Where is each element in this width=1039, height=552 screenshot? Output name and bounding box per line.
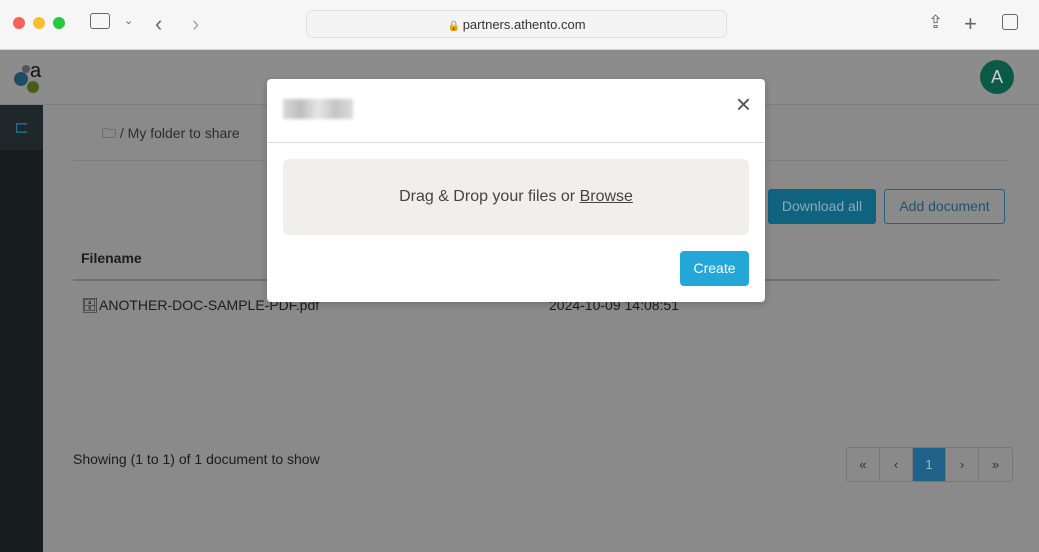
- modal-divider: [267, 142, 765, 143]
- file-icon: 🗄: [81, 297, 99, 313]
- svg-text:a: a: [30, 60, 42, 82]
- browse-link[interactable]: Browse: [580, 188, 633, 205]
- sidebar-item-folders[interactable]: ⊏: [0, 105, 43, 150]
- url-text: partners.athento.com: [462, 17, 586, 32]
- user-avatar[interactable]: A: [980, 60, 1014, 94]
- results-summary: Showing (1 to 1) of 1 document to show: [73, 451, 320, 467]
- column-header-filename[interactable]: Filename: [81, 250, 142, 266]
- chevron-down-icon[interactable]: ⌄: [124, 14, 133, 27]
- modal-title-redacted: [283, 99, 353, 119]
- back-icon[interactable]: ‹: [155, 11, 162, 37]
- prev-page-button[interactable]: ‹: [880, 448, 913, 481]
- file-dropzone[interactable]: Drag & Drop your files or Browse: [283, 159, 749, 235]
- next-page-button[interactable]: ›: [946, 448, 979, 481]
- breadcrumb-current[interactable]: My folder to share: [128, 125, 240, 141]
- add-document-button[interactable]: Add document: [884, 189, 1005, 224]
- share-icon[interactable]: ⇪: [928, 12, 943, 33]
- tabs-overview-icon[interactable]: [1002, 14, 1018, 30]
- athento-logo: a: [14, 60, 42, 93]
- new-tab-icon[interactable]: +: [964, 11, 977, 37]
- browser-toolbar: ⌄ ‹ › 🔒 partners.athento.com ⇪ +: [0, 0, 1039, 50]
- page-1-button[interactable]: 1: [913, 448, 946, 481]
- forward-icon[interactable]: ›: [192, 11, 199, 37]
- upload-modal: × Drag & Drop your files or Browse Creat…: [267, 79, 765, 302]
- last-page-button[interactable]: »: [979, 448, 1012, 481]
- close-window-button[interactable]: [13, 17, 25, 29]
- breadcrumb: 🗀 / My folder to share: [102, 123, 240, 147]
- folder-icon[interactable]: 🗀: [102, 125, 116, 141]
- first-page-button[interactable]: «: [847, 448, 880, 481]
- dropzone-text: Drag & Drop your files or: [399, 188, 580, 205]
- close-icon[interactable]: ×: [736, 89, 751, 120]
- sidebar: ⊏: [0, 105, 43, 552]
- minimize-window-button[interactable]: [33, 17, 45, 29]
- sidebar-toggle-icon[interactable]: [90, 13, 110, 29]
- folder-tree-icon: ⊏: [13, 117, 30, 137]
- pagination: « ‹ 1 › »: [846, 447, 1013, 482]
- create-button[interactable]: Create: [680, 251, 749, 286]
- download-all-button[interactable]: Download all: [768, 189, 876, 224]
- lock-icon: 🔒: [447, 21, 463, 32]
- breadcrumb-separator: /: [119, 125, 124, 141]
- maximize-window-button[interactable]: [53, 17, 65, 29]
- address-bar[interactable]: 🔒 partners.athento.com: [306, 10, 727, 38]
